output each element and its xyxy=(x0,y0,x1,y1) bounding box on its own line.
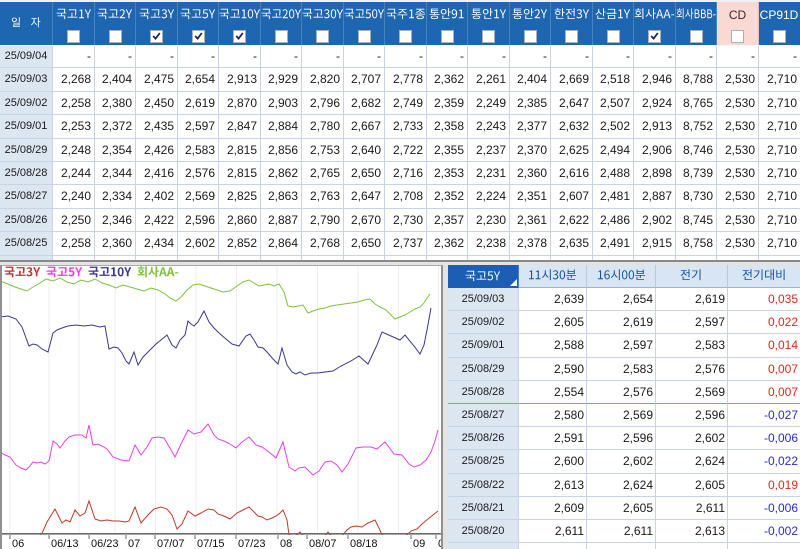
svg-text:08/07: 08/07 xyxy=(309,538,337,549)
svg-text:06/23: 06/23 xyxy=(91,538,119,549)
svg-text:08: 08 xyxy=(280,538,292,549)
svg-text:07: 07 xyxy=(128,538,140,549)
svg-text:06: 06 xyxy=(12,538,24,549)
svg-text:06/13: 06/13 xyxy=(51,538,79,549)
svg-text:08/18: 08/18 xyxy=(350,538,378,549)
svg-text:07/07: 07/07 xyxy=(157,538,185,549)
svg-text:09: 09 xyxy=(413,538,425,549)
svg-text:07/15: 07/15 xyxy=(197,538,225,549)
svg-text:09/0: 09/0 xyxy=(438,538,441,549)
svg-text:07/23: 07/23 xyxy=(238,538,266,549)
